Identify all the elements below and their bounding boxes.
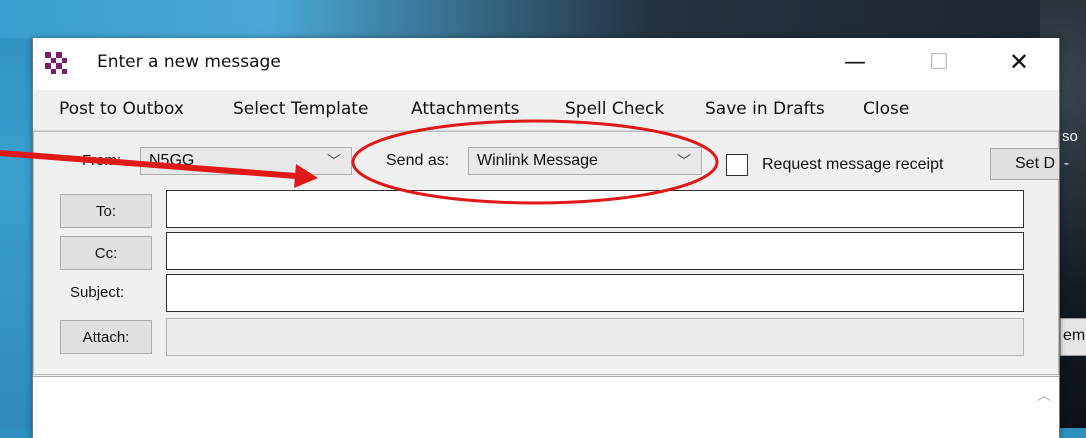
cc-button-label: Cc: — [94, 244, 118, 262]
background-text-dash: - — [1064, 155, 1069, 172]
subject-label: Subject: — [70, 284, 125, 301]
menu-spell-check[interactable]: Spell Check — [565, 99, 664, 119]
background-text-so: so — [1062, 128, 1078, 145]
from-value: N5GG — [149, 152, 195, 169]
minimize-icon: — — [844, 49, 866, 75]
window-title: Enter a new message — [97, 52, 281, 72]
chevron-down-icon: ﹀ — [327, 153, 341, 169]
chevron-down-icon: ﹀ — [677, 153, 691, 169]
set-date-label: Set D — [1015, 155, 1056, 172]
background-window-fragment: em — [1060, 318, 1086, 356]
attach-button[interactable]: Attach: — [60, 320, 152, 354]
maximize-icon: ☐ — [929, 49, 949, 75]
cc-button[interactable]: Cc: — [60, 236, 152, 270]
message-body-textarea[interactable]: ︿ — [33, 376, 1059, 438]
to-field[interactable] — [166, 190, 1024, 228]
scroll-up-arrow-icon[interactable]: ︿ — [1033, 385, 1055, 407]
from-label: From: — [82, 152, 122, 169]
send-as-label: Send as: — [386, 152, 450, 169]
menu-bar: Post to Outbox Select Template Attachmen… — [33, 90, 1059, 131]
attach-button-label: Attach: — [82, 328, 130, 346]
minimize-button[interactable]: — — [827, 44, 883, 80]
close-button[interactable]: ✕ — [991, 44, 1047, 80]
menu-post-to-outbox[interactable]: Post to Outbox — [59, 99, 184, 119]
send-as-value: Winlink Message — [477, 152, 598, 169]
subject-field[interactable] — [166, 274, 1024, 312]
desktop-background-top — [0, 0, 1086, 38]
menu-select-template[interactable]: Select Template — [233, 99, 368, 119]
maximize-button[interactable]: ☐ — [911, 44, 967, 80]
to-button[interactable]: To: — [60, 194, 152, 228]
checkered-app-icon — [45, 52, 67, 74]
to-button-label: To: — [95, 202, 116, 220]
request-receipt-checkbox[interactable] — [726, 154, 748, 176]
title-bar[interactable]: Enter a new message — ☐ ✕ — [33, 38, 1059, 90]
menu-close[interactable]: Close — [863, 99, 909, 119]
close-icon: ✕ — [1008, 48, 1030, 76]
attach-field — [166, 318, 1024, 356]
set-date-button[interactable]: Set D — [990, 148, 1059, 180]
message-header-form: From: N5GG ﹀ Send as: Winlink Message ﹀ … — [33, 131, 1059, 375]
background-text-em: em — [1063, 327, 1086, 344]
menu-save-in-drafts[interactable]: Save in Drafts — [705, 99, 825, 119]
new-message-window: Enter a new message — ☐ ✕ Post to Outbox… — [32, 38, 1060, 438]
menu-attachments[interactable]: Attachments — [411, 99, 520, 119]
app-icon-cell — [61, 68, 67, 74]
from-select[interactable]: N5GG ﹀ — [140, 147, 352, 175]
send-as-select[interactable]: Winlink Message ﹀ — [468, 147, 702, 175]
request-receipt-label: Request message receipt — [762, 156, 944, 173]
cc-field[interactable] — [166, 232, 1024, 270]
